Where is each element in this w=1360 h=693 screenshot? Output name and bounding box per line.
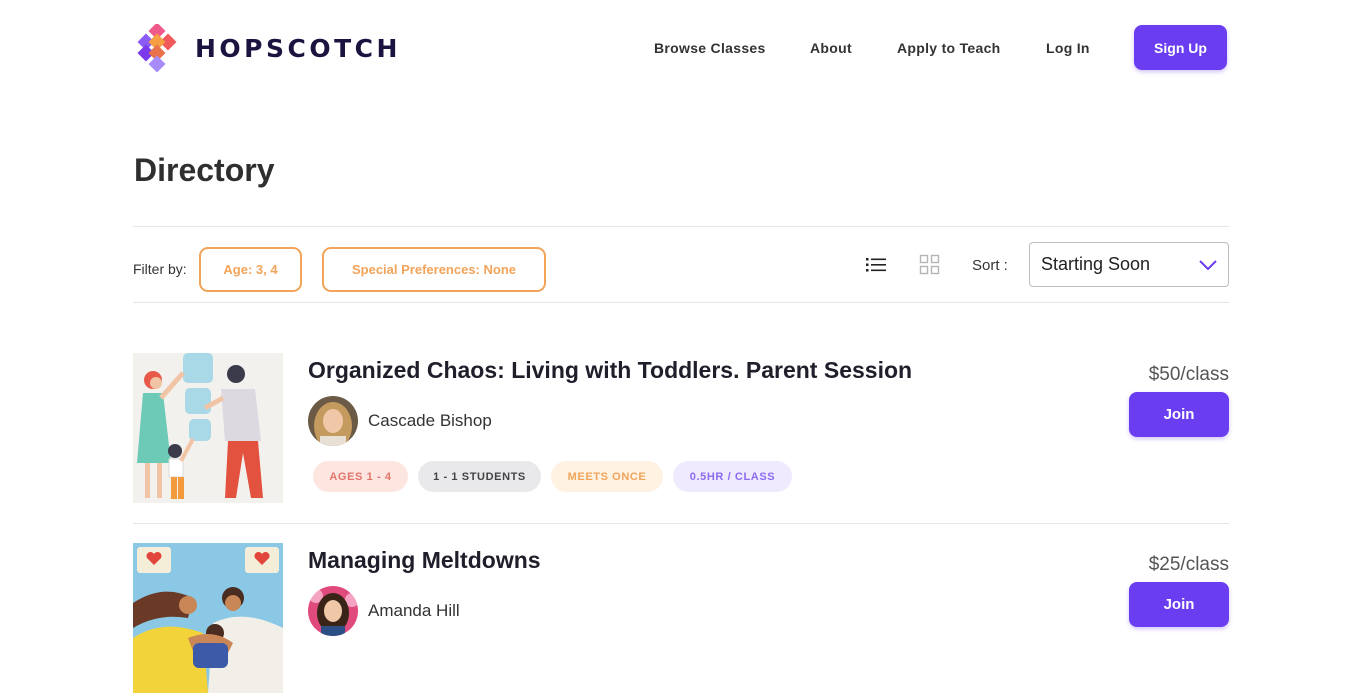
age-filter-button[interactable]: Age: 3, 4 bbox=[199, 247, 302, 292]
class-price: $50/class bbox=[1148, 364, 1229, 385]
divider bbox=[133, 523, 1229, 524]
class-title[interactable]: Organized Chaos: Living with Toddlers. P… bbox=[308, 357, 912, 384]
preferences-filter-button[interactable]: Special Preferences: None bbox=[322, 247, 546, 292]
join-button[interactable]: Join bbox=[1129, 582, 1229, 627]
sign-up-button[interactable]: Sign Up bbox=[1134, 25, 1227, 70]
nav-about[interactable]: About bbox=[810, 40, 852, 56]
class-thumbnail-image[interactable] bbox=[133, 543, 283, 693]
sort-value: Starting Soon bbox=[1041, 254, 1151, 274]
class-price: $25/class bbox=[1148, 554, 1229, 575]
nav-browse-classes[interactable]: Browse Classes bbox=[654, 40, 766, 56]
teacher-name[interactable]: Amanda Hill bbox=[368, 601, 460, 621]
sort-label: Sort : bbox=[972, 257, 1008, 274]
join-button[interactable]: Join bbox=[1129, 392, 1229, 437]
list-view-icon[interactable] bbox=[865, 256, 887, 274]
divider bbox=[133, 302, 1229, 303]
logo[interactable]: HOPSCOTCH bbox=[134, 24, 397, 72]
header: HOPSCOTCH Browse Classes About Apply to … bbox=[0, 0, 1360, 95]
tag-meets: MEETS ONCE bbox=[551, 461, 663, 492]
divider bbox=[133, 226, 1229, 227]
teacher-avatar[interactable] bbox=[308, 586, 358, 636]
hopscotch-logo-icon bbox=[137, 24, 177, 72]
class-title[interactable]: Managing Meltdowns bbox=[308, 547, 541, 574]
tag-hours: 0.5HR / CLASS bbox=[673, 461, 792, 492]
class-card: Organized Chaos: Living with Toddlers. P… bbox=[133, 353, 1229, 503]
brand-name: HOPSCOTCH bbox=[195, 34, 401, 63]
grid-view-icon[interactable] bbox=[919, 254, 941, 276]
filter-label: Filter by: bbox=[133, 261, 187, 277]
class-thumbnail-image[interactable] bbox=[133, 353, 283, 503]
teacher-avatar[interactable] bbox=[308, 396, 358, 446]
tag-students: 1 - 1 STUDENTS bbox=[418, 461, 541, 492]
tag-ages: AGES 1 - 4 bbox=[313, 461, 408, 492]
nav-apply-to-teach[interactable]: Apply to Teach bbox=[897, 40, 1001, 56]
teacher-name[interactable]: Cascade Bishop bbox=[368, 411, 492, 431]
class-card: Managing Meltdowns Amanda Hill $25/class… bbox=[133, 543, 1229, 693]
sort-select[interactable]: Starting Soon bbox=[1029, 242, 1229, 287]
page-title: Directory bbox=[134, 152, 275, 188]
nav-log-in[interactable]: Log In bbox=[1046, 40, 1090, 56]
chevron-down-icon bbox=[1199, 260, 1217, 271]
